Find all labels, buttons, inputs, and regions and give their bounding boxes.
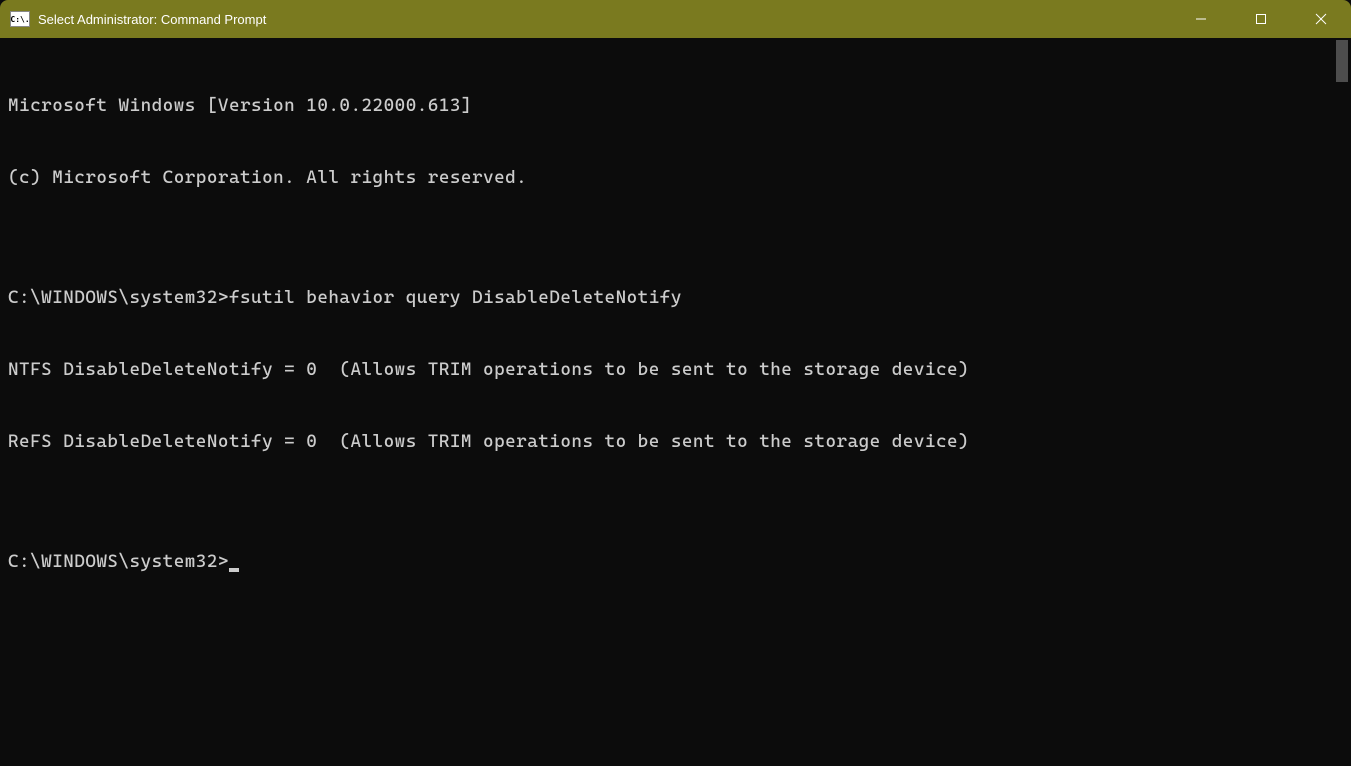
titlebar-left: C:\. Select Administrator: Command Promp…: [10, 11, 266, 27]
titlebar[interactable]: C:\. Select Administrator: Command Promp…: [0, 0, 1351, 38]
cursor: [229, 568, 239, 572]
terminal-line: C:\WINDOWS\system32>fsutil behavior quer…: [8, 286, 1325, 310]
close-button[interactable]: [1291, 0, 1351, 38]
command-prompt-window: C:\. Select Administrator: Command Promp…: [0, 0, 1351, 766]
scrollbar-thumb[interactable]: [1336, 40, 1348, 82]
minimize-button[interactable]: [1171, 0, 1231, 38]
close-icon: [1315, 13, 1327, 25]
window-title: Select Administrator: Command Prompt: [38, 12, 266, 27]
scrollbar-track[interactable]: [1333, 38, 1351, 766]
minimize-icon: [1195, 13, 1207, 25]
terminal-output[interactable]: Microsoft Windows [Version 10.0.22000.61…: [0, 38, 1333, 766]
terminal-line: Microsoft Windows [Version 10.0.22000.61…: [8, 94, 1325, 118]
terminal-prompt-line: C:\WINDOWS\system32>: [8, 550, 1325, 574]
terminal-line: NTFS DisableDeleteNotify = 0 (Allows TRI…: [8, 358, 1325, 382]
titlebar-controls: [1171, 0, 1351, 38]
terminal-line: ReFS DisableDeleteNotify = 0 (Allows TRI…: [8, 430, 1325, 454]
content-area: Microsoft Windows [Version 10.0.22000.61…: [0, 38, 1351, 766]
maximize-button[interactable]: [1231, 0, 1291, 38]
app-icon: C:\.: [10, 11, 30, 27]
terminal-prompt: C:\WINDOWS\system32>: [8, 551, 229, 572]
maximize-icon: [1255, 13, 1267, 25]
terminal-line: (c) Microsoft Corporation. All rights re…: [8, 166, 1325, 190]
